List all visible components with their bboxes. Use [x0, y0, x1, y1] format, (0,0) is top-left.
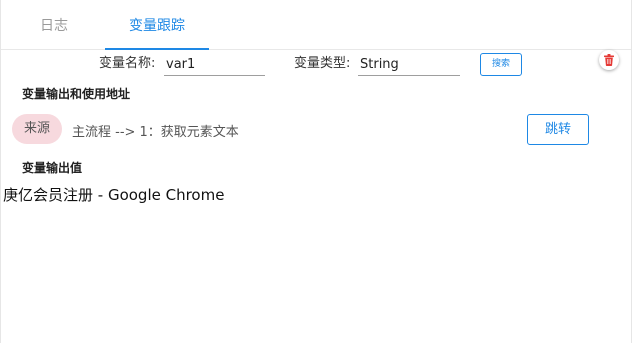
- output-value: 庚亿会员注册 - Google Chrome: [3, 186, 225, 204]
- tab-bar: 日志 变量跟踪: [1, 0, 631, 50]
- source-path: 主流程 --> 1：获取元素文本: [72, 125, 239, 140]
- trash-icon: [604, 54, 614, 66]
- variable-name-input[interactable]: [164, 54, 265, 76]
- search-button[interactable]: 搜索: [480, 53, 522, 76]
- jump-button[interactable]: 跳转: [527, 114, 589, 145]
- variable-trace-panel: 日志 变量跟踪 变量名称: 变量类型: 搜索 变量输出和使用地址 来源 主流程 …: [0, 0, 632, 343]
- output-section-title: 变量输出值: [22, 161, 83, 175]
- tab-variable-trace[interactable]: 变量跟踪: [105, 0, 209, 50]
- source-badge: 来源: [12, 114, 62, 144]
- variable-name-label: 变量名称:: [99, 56, 156, 71]
- variable-type-label: 变量类型:: [294, 56, 351, 71]
- delete-button[interactable]: [599, 50, 619, 70]
- variable-type-input[interactable]: [358, 54, 460, 76]
- tab-log[interactable]: 日志: [21, 0, 87, 49]
- usage-section-title: 变量输出和使用地址: [22, 87, 131, 101]
